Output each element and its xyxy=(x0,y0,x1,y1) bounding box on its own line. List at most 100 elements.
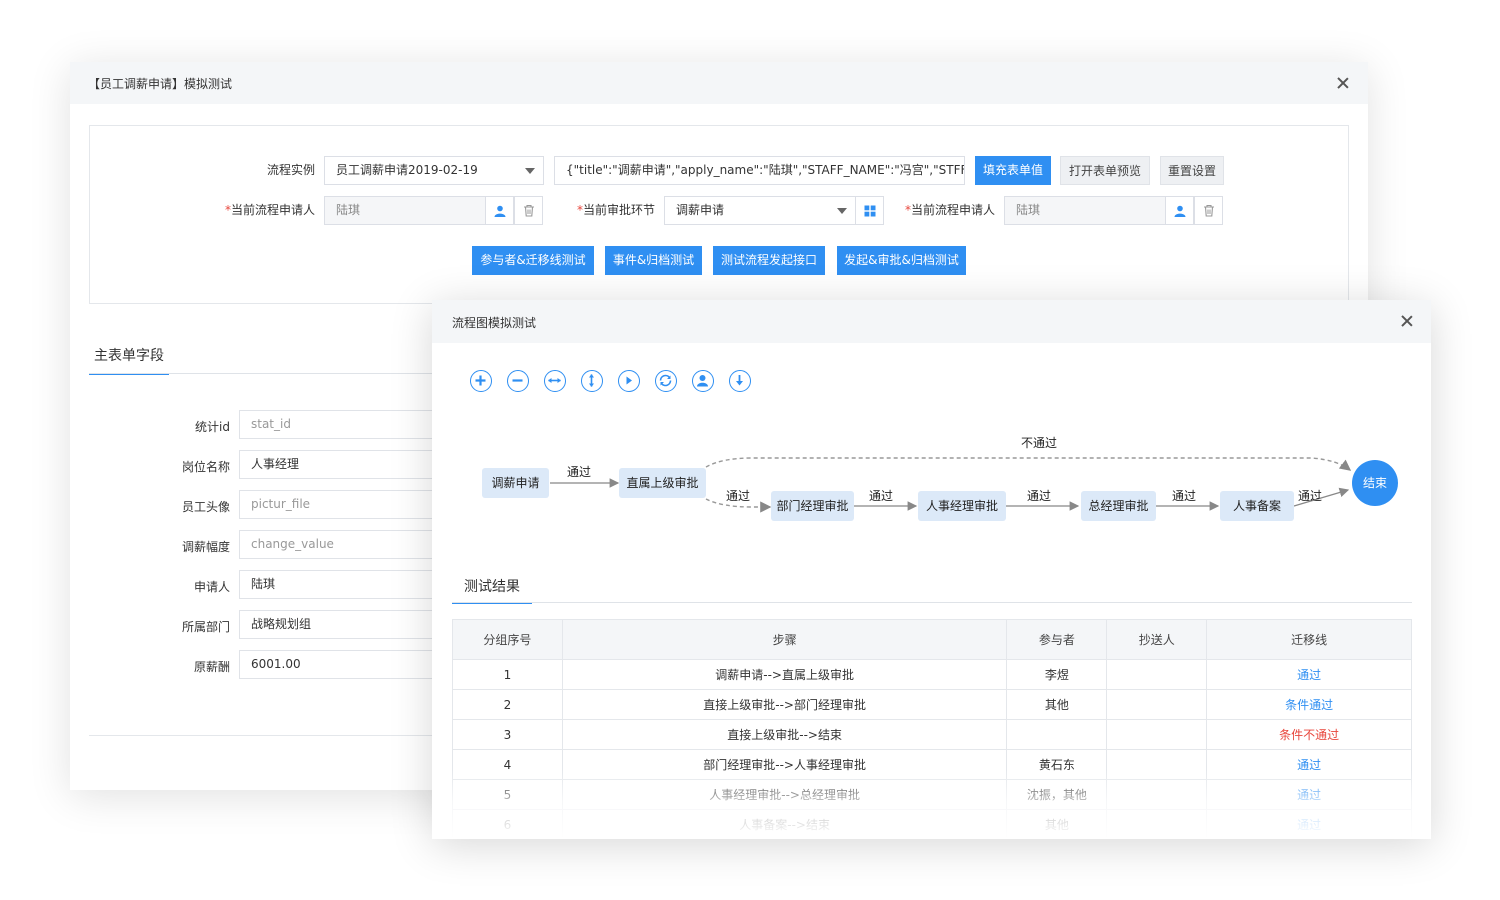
cell-transition-link[interactable]: 通过 xyxy=(1206,749,1412,780)
column-header: 步骤 xyxy=(561,619,1008,660)
current-applicant-label: *当前流程申请人 xyxy=(200,201,315,218)
tab-main-fields[interactable]: 主表单字段 xyxy=(89,345,169,375)
current-applicant-input[interactable]: 陆琪 xyxy=(324,196,486,225)
dialog-header: 流程图模拟测试 xyxy=(432,300,1431,343)
refresh-icon[interactable] xyxy=(655,370,677,392)
field-input[interactable]: stat_id xyxy=(239,410,439,439)
cell-step: 直接上级审批-->结束 xyxy=(561,719,1008,750)
cell-step: 人事备案-->结束 xyxy=(561,809,1008,839)
cell-transition-link[interactable]: 通过 xyxy=(1206,659,1412,690)
field-input[interactable]: 6001.00 xyxy=(239,650,439,679)
cell-step: 部门经理审批-->人事经理审批 xyxy=(561,749,1008,780)
cell-cc xyxy=(1106,749,1208,780)
flow-node[interactable]: 直属上级审批 xyxy=(619,468,706,498)
edge-label: 通过 xyxy=(869,489,894,503)
event-archive-test-button[interactable]: 事件&归档测试 xyxy=(605,246,702,275)
cell-group-no: 4 xyxy=(452,749,563,780)
select-user2-button[interactable] xyxy=(1165,196,1194,225)
process-instance-select[interactable]: 员工调薪申请2019-02-19 xyxy=(324,156,544,185)
cell-transition-link[interactable]: 通过 xyxy=(1206,779,1412,810)
field-input[interactable]: pictur_file xyxy=(239,490,439,519)
cell-transition-link[interactable]: 条件不通过 xyxy=(1206,719,1412,750)
download-icon[interactable] xyxy=(729,370,751,392)
select-user-button[interactable] xyxy=(485,196,514,225)
fit-height-icon[interactable] xyxy=(581,370,603,392)
trash-icon xyxy=(523,204,534,217)
flow-node[interactable]: 部门经理审批 xyxy=(771,491,854,521)
cell-group-no: 5 xyxy=(452,779,563,810)
clear-applicant-button[interactable] xyxy=(514,196,543,225)
dialog-title: 【员工调薪申请】模拟测试 xyxy=(88,77,233,91)
process-instance-value: 员工调薪申请2019-02-19 xyxy=(336,163,478,177)
flow-end-node[interactable]: 结束 xyxy=(1352,460,1398,506)
current-node-value: 调薪申请 xyxy=(676,203,725,217)
cell-transition-link[interactable]: 通过 xyxy=(1206,809,1412,839)
table-row: 4 部门经理审批-->人事经理审批 黄石东 通过 xyxy=(452,749,1412,780)
field-input[interactable]: 陆琪 xyxy=(239,570,439,599)
user-icon[interactable] xyxy=(692,370,714,392)
current-node-label: *当前审批环节 xyxy=(560,201,655,218)
current-applicant2-input[interactable]: 陆琪 xyxy=(1004,196,1166,225)
flow-node[interactable]: 总经理审批 xyxy=(1081,491,1156,521)
cell-group-no: 1 xyxy=(452,659,563,690)
tab-test-results[interactable]: 测试结果 xyxy=(452,570,532,604)
table-row: 2 直接上级审批-->部门经理审批 其他 条件通过 xyxy=(452,689,1412,720)
cell-participant: 沈振，其他 xyxy=(1006,779,1108,810)
cell-cc xyxy=(1106,659,1208,690)
cell-participant: 其他 xyxy=(1006,809,1108,839)
current-applicant2-label-text: 当前流程申请人 xyxy=(910,203,995,217)
start-api-test-button[interactable]: 测试流程发起接口 xyxy=(713,246,825,275)
column-header: 迁移线 xyxy=(1206,619,1412,660)
flow-diagram: 调薪申请 直属上级审批 部门经理审批 人事经理审批 总经理审批 人事备案 结束 … xyxy=(432,420,1431,530)
current-applicant2-label: *当前流程申请人 xyxy=(880,201,995,218)
cell-transition-link[interactable]: 条件通过 xyxy=(1206,689,1412,720)
flow-node[interactable]: 人事备案 xyxy=(1220,491,1294,521)
field-label: 统计id xyxy=(195,420,230,434)
reset-button[interactable]: 重置设置 xyxy=(1160,156,1224,185)
cell-participant: 李煜 xyxy=(1006,659,1108,690)
field-input[interactable]: 人事经理 xyxy=(239,450,439,479)
column-header: 参与者 xyxy=(1006,619,1108,660)
open-preview-button[interactable]: 打开表单预览 xyxy=(1060,156,1150,185)
edge-label: 通过 xyxy=(1172,489,1197,503)
chevron-down-icon xyxy=(525,168,535,174)
field-input[interactable]: 战略规划组 xyxy=(239,610,439,639)
edge-label: 不通过 xyxy=(1021,436,1058,450)
flow-node[interactable]: 调薪申请 xyxy=(482,468,549,498)
close-icon[interactable] xyxy=(1399,313,1415,329)
zoom-in-icon[interactable] xyxy=(470,370,492,392)
dialog-header: 【员工调薪申请】模拟测试 xyxy=(70,62,1368,104)
edge-label: 通过 xyxy=(1298,489,1323,503)
flow-node[interactable]: 人事经理审批 xyxy=(918,491,1006,521)
chevron-down-icon xyxy=(837,208,847,214)
cell-cc xyxy=(1106,719,1208,750)
form-json-input[interactable]: {"title":"调薪申请","apply_name":"陆琪","STAFF… xyxy=(554,156,965,185)
close-icon[interactable] xyxy=(1335,75,1351,91)
process-instance-label: 流程实例 xyxy=(266,163,315,177)
clear-applicant2-button[interactable] xyxy=(1194,196,1223,225)
column-header: 抄送人 xyxy=(1106,619,1208,660)
fit-width-icon[interactable] xyxy=(544,370,566,392)
cell-participant: 黄石东 xyxy=(1006,749,1108,780)
cell-step: 直接上级审批-->部门经理审批 xyxy=(561,689,1008,720)
participant-transition-test-button[interactable]: 参与者&迁移线测试 xyxy=(472,246,594,275)
fill-form-button[interactable]: 填充表单值 xyxy=(975,156,1051,185)
table-header-row: 分组序号 步骤 参与者 抄送人 迁移线 xyxy=(452,619,1412,660)
user-icon xyxy=(494,205,505,217)
cell-group-no: 6 xyxy=(452,809,563,839)
table-row: 6 人事备案-->结束 其他 通过 xyxy=(452,809,1412,839)
cell-participant: 其他 xyxy=(1006,689,1108,720)
current-node-label-text: 当前审批环节 xyxy=(582,203,655,217)
edge-label: 通过 xyxy=(1027,489,1052,503)
edge-label: 通过 xyxy=(567,465,592,479)
current-node-select[interactable]: 调薪申请 xyxy=(664,196,856,225)
field-input[interactable]: change_value xyxy=(239,530,439,559)
cell-cc xyxy=(1106,809,1208,839)
field-label: 调薪幅度 xyxy=(181,540,230,554)
edge-label: 通过 xyxy=(726,489,751,503)
full-flow-test-button[interactable]: 发起&审批&归档测试 xyxy=(837,246,966,275)
play-icon[interactable] xyxy=(618,370,640,392)
flowchart-test-dialog: 流程图模拟测试 调薪申请 直属上级审批 部门经理审批 人事经理审批 总经理审批 … xyxy=(432,300,1431,839)
zoom-out-icon[interactable] xyxy=(507,370,529,392)
cell-step: 人事经理审批-->总经理审批 xyxy=(561,779,1008,810)
